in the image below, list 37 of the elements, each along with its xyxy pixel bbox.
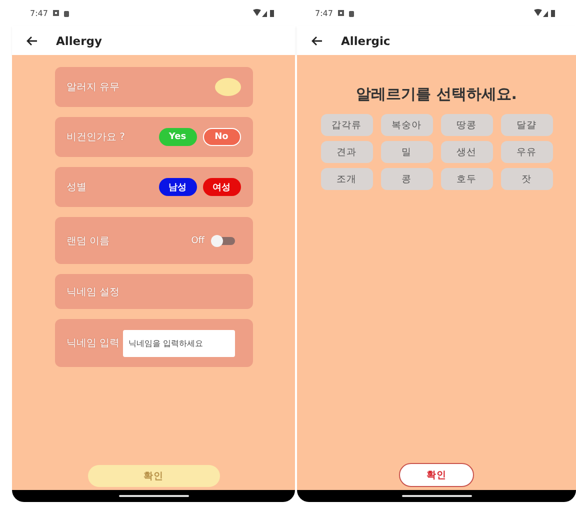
- notification-icons: [52, 10, 71, 16]
- allergen-chip[interactable]: 생선: [440, 141, 492, 163]
- allergen-chip[interactable]: 조개: [320, 168, 372, 190]
- allergen-chip[interactable]: 땅콩: [440, 114, 492, 136]
- allergen-chip[interactable]: 복숭아: [380, 114, 432, 136]
- option-button[interactable]: 남성: [158, 178, 196, 196]
- back-arrow-icon[interactable]: [311, 36, 323, 46]
- allergen-chip[interactable]: 우유: [500, 141, 552, 163]
- allergen-chip[interactable]: 잣: [500, 168, 552, 190]
- setting-label: 알러지 유무: [66, 81, 121, 94]
- notification-icons: [338, 10, 356, 16]
- confirm-button[interactable]: 확인: [399, 463, 474, 487]
- status-time: 7:47: [30, 8, 48, 18]
- setting-label: 닉네임 설정: [66, 286, 121, 298]
- status-icons: [534, 9, 556, 17]
- option-button[interactable]: 여성: [202, 178, 240, 196]
- setting-label: 비건인가요 ?: [66, 131, 126, 144]
- allergen-chip[interactable]: 콩: [380, 168, 432, 190]
- nickname-field[interactable]: 닉네임을 입력하세요: [122, 330, 235, 356]
- toggle-knob[interactable]: [214, 78, 240, 96]
- toggle-switch[interactable]: [212, 236, 234, 244]
- allergen-chip[interactable]: 견과: [320, 141, 372, 163]
- status-time: 7:47: [315, 8, 333, 18]
- switch-state: Off: [191, 236, 204, 246]
- allergen-chip[interactable]: 달걀: [500, 114, 552, 136]
- screen-title: Allergy: [56, 34, 102, 48]
- heading: 알레르기를 선택하세요.: [356, 85, 517, 104]
- allergen-chip[interactable]: 호두: [440, 168, 492, 190]
- setting-label: 닉네임 입력: [66, 337, 120, 350]
- screen-title: Allergic: [341, 34, 390, 48]
- setting-label: 성별: [66, 181, 88, 194]
- allergen-chip[interactable]: 갑각류: [320, 114, 372, 136]
- setting-label: 랜덤 이름: [66, 234, 111, 248]
- option-button[interactable]: No: [202, 128, 240, 146]
- status-icons: [253, 9, 275, 17]
- back-arrow-icon[interactable]: [26, 36, 38, 46]
- allergen-chip[interactable]: 밀: [380, 141, 432, 163]
